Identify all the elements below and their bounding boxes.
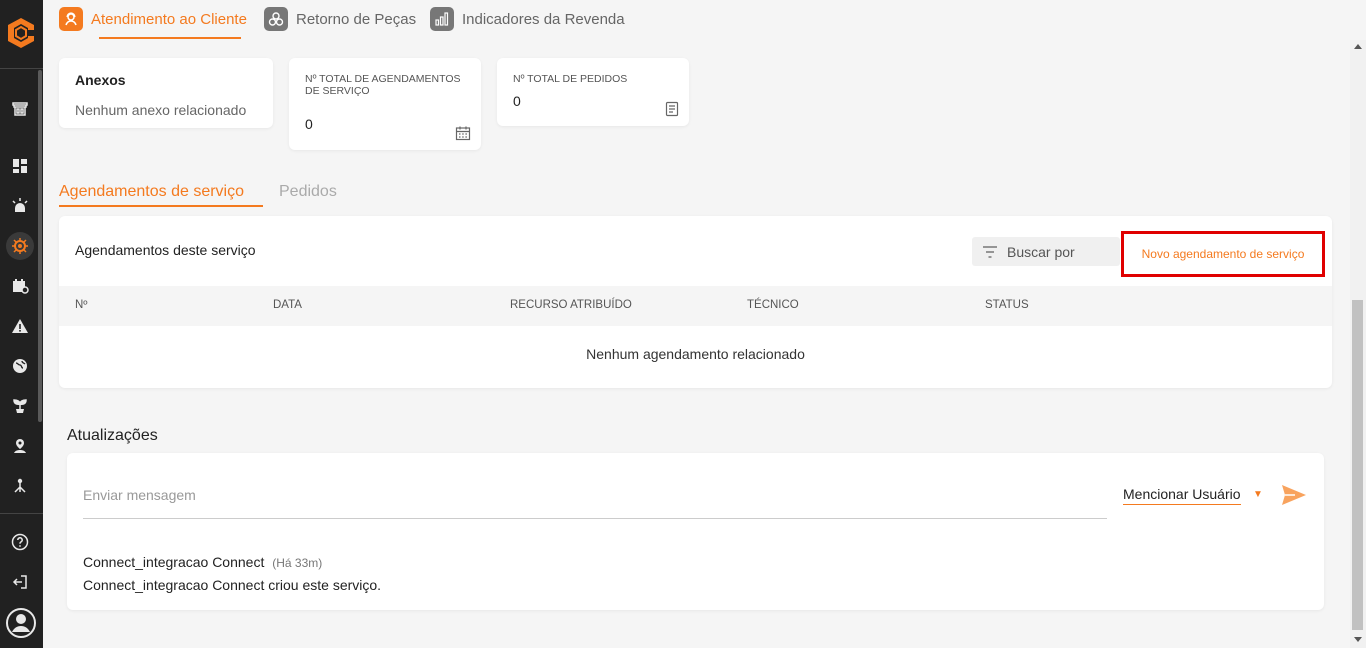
calendar-icon[interactable] xyxy=(8,274,32,298)
main-content: Anexos Nenhum anexo relacionado Nº TOTAL… xyxy=(43,40,1350,648)
scroll-up-icon[interactable] xyxy=(1354,44,1362,49)
scrollbar-thumb[interactable] xyxy=(1352,300,1363,630)
calendar-icon xyxy=(455,126,471,141)
attachments-card: Anexos Nenhum anexo relacionado xyxy=(59,58,273,128)
total-orders-label: Nº TOTAL DE PEDIDOS xyxy=(513,73,628,85)
update-author: Connect_integracao Connect (Há 33m) xyxy=(83,554,322,570)
support-agent-icon xyxy=(59,7,83,31)
top-navigation: Atendimento ao Cliente Retorno de Peças … xyxy=(43,0,1366,40)
tab-retorno-de-pecas[interactable]: Retorno de Peças xyxy=(264,6,416,32)
message-input[interactable]: Enviar mensagem xyxy=(83,479,1107,519)
schedules-table-card: Agendamentos deste serviço Buscar por No… xyxy=(59,216,1332,388)
updates-card: Enviar mensagem Mencionar Usuário ▼ Conn… xyxy=(67,453,1324,610)
total-schedules-label: Nº TOTAL DE AGENDAMENTOS DE SERVIÇO xyxy=(305,73,461,97)
logout-icon[interactable] xyxy=(8,570,32,594)
tab-label: Atendimento ao Cliente xyxy=(91,10,247,28)
mention-user-dropdown[interactable]: Mencionar Usuário xyxy=(1123,486,1241,505)
sidebar-scrollbar[interactable] xyxy=(38,70,42,422)
parts-icon xyxy=(264,7,288,31)
update-author-name: Connect_integracao Connect xyxy=(83,554,265,570)
column-header-resource[interactable]: RECURSO ATRIBUÍDO xyxy=(510,299,632,311)
update-time: (Há 33m) xyxy=(272,556,323,570)
message-placeholder: Enviar mensagem xyxy=(83,487,196,503)
store-icon[interactable] xyxy=(8,96,32,120)
column-header-date[interactable]: DATA xyxy=(273,299,302,311)
dashboard-icon[interactable] xyxy=(8,154,32,178)
active-tab-indicator xyxy=(99,37,241,39)
tab-atendimento-ao-cliente[interactable]: Atendimento ao Cliente xyxy=(59,6,247,32)
table-empty-text: Nenhum agendamento relacionado xyxy=(586,346,805,362)
search-input[interactable]: Buscar por xyxy=(972,237,1120,266)
search-placeholder: Buscar por xyxy=(1007,243,1075,260)
total-orders-value: 0 xyxy=(513,93,521,109)
filter-icon xyxy=(983,245,997,258)
tab-indicadores-da-revenda[interactable]: Indicadores da Revenda xyxy=(430,6,625,32)
tab-label: Indicadores da Revenda xyxy=(462,10,625,28)
bar-chart-icon xyxy=(430,7,454,31)
schedules-table-title: Agendamentos deste serviço xyxy=(75,242,256,258)
app-logo-icon[interactable] xyxy=(4,14,38,52)
help-icon[interactable] xyxy=(8,530,32,554)
column-header-number[interactable]: Nº xyxy=(75,299,88,311)
total-schedules-value: 0 xyxy=(305,116,313,132)
warning-icon[interactable] xyxy=(8,314,32,338)
sidebar xyxy=(0,0,43,648)
document-icon xyxy=(665,101,679,117)
user-account-icon[interactable] xyxy=(5,607,37,639)
attachments-title: Anexos xyxy=(75,72,126,88)
tab-agendamentos-de-servico[interactable]: Agendamentos de serviço xyxy=(59,183,244,201)
new-schedule-button[interactable]: Novo agendamento de serviço xyxy=(1121,231,1325,277)
globe-icon[interactable] xyxy=(8,354,32,378)
send-icon[interactable] xyxy=(1281,484,1307,506)
main-scrollbar[interactable] xyxy=(1350,40,1366,648)
update-message: Connect_integracao Connect criou este se… xyxy=(83,577,382,593)
location-person-icon[interactable] xyxy=(8,434,32,458)
hierarchy-icon[interactable] xyxy=(8,474,32,498)
tab-label: Retorno de Peças xyxy=(296,10,417,28)
chevron-down-icon[interactable]: ▼ xyxy=(1253,489,1263,500)
tab-pedidos[interactable]: Pedidos xyxy=(279,183,337,201)
attachments-empty-text: Nenhum anexo relacionado xyxy=(75,102,247,118)
column-header-technician[interactable]: TÉCNICO xyxy=(747,299,799,311)
table-header: Nº DATA RECURSO ATRIBUÍDO TÉCNICO STATUS xyxy=(59,286,1332,326)
updates-title: Atualizações xyxy=(67,427,158,444)
plant-icon[interactable] xyxy=(8,394,32,418)
scroll-down-icon[interactable] xyxy=(1354,637,1362,642)
column-header-status[interactable]: STATUS xyxy=(985,299,1029,311)
total-schedules-card: Nº TOTAL DE AGENDAMENTOS DE SERVIÇO 0 xyxy=(289,58,481,150)
section-tab-indicator xyxy=(59,205,263,207)
alarm-icon[interactable] xyxy=(8,194,32,218)
total-orders-card: Nº TOTAL DE PEDIDOS 0 xyxy=(497,58,689,126)
service-gear-icon[interactable] xyxy=(6,232,34,260)
